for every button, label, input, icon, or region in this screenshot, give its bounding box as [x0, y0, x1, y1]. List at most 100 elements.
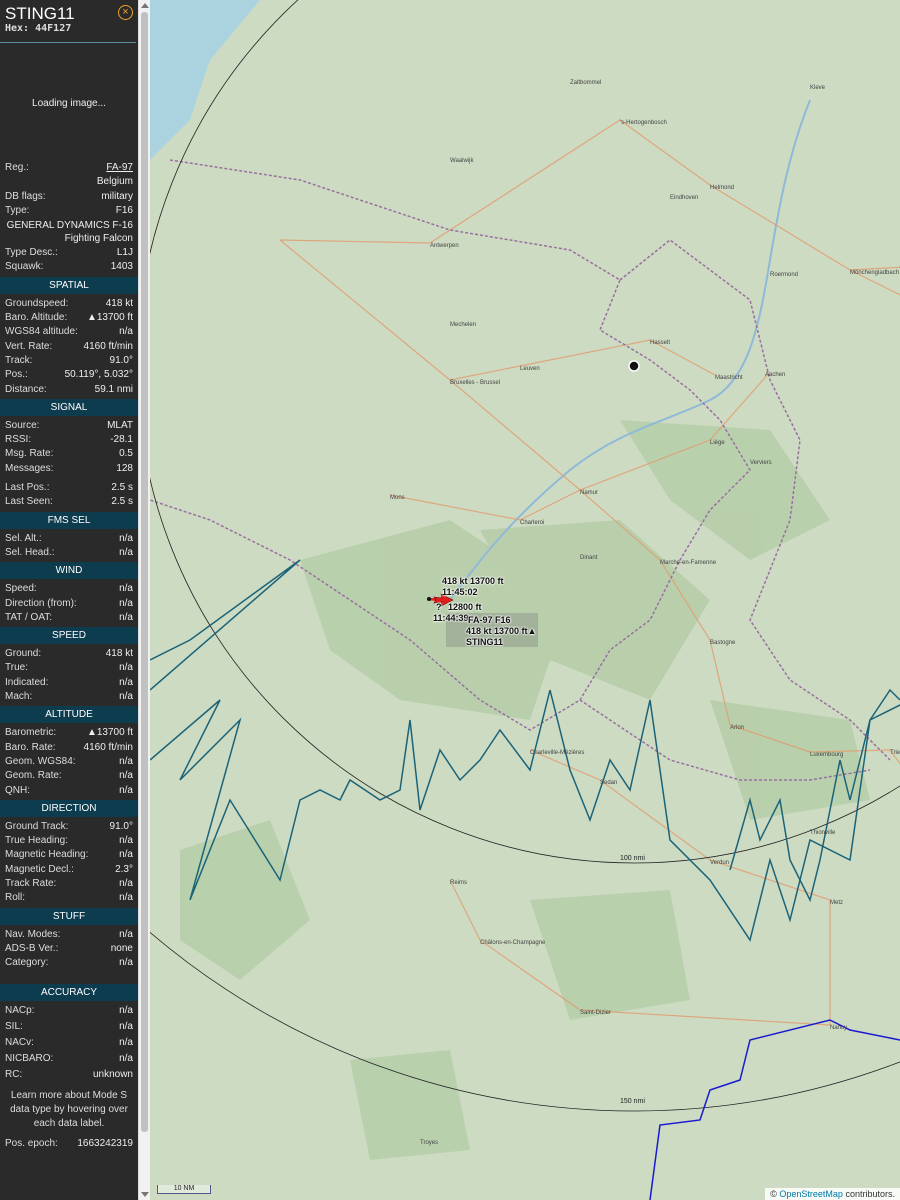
data-label[interactable]: NICBARO: — [5, 1052, 53, 1066]
data-label[interactable]: Sel. Head.: — [5, 546, 54, 560]
data-label[interactable]: Geom. WGS84: — [5, 755, 76, 769]
place-label: Sedan — [600, 780, 618, 786]
data-label[interactable]: Last Pos.: — [5, 481, 49, 495]
data-value: n/a — [119, 784, 133, 796]
place-label: Mons — [390, 495, 405, 501]
scrollbar-thumb[interactable] — [141, 12, 148, 1132]
data-row: ADS-B Ver.: none — [0, 942, 138, 956]
data-row: Groundspeed: 418 kt — [0, 297, 138, 311]
data-label[interactable]: QNH: — [5, 784, 30, 798]
place-label: Reims — [450, 880, 468, 886]
data-row: Ground: 418 kt — [0, 647, 138, 661]
data-value: n/a — [119, 691, 133, 703]
data-value: 91.0° — [109, 820, 133, 832]
data-row: Geom. Rate: n/a — [0, 769, 138, 783]
data-label[interactable]: Mach: — [5, 690, 32, 704]
data-value: unknown — [92, 1068, 133, 1080]
data-label[interactable]: Barometric: — [5, 726, 56, 740]
data-value: n/a — [119, 583, 133, 595]
data-label[interactable]: Category: — [5, 956, 48, 970]
data-label[interactable]: Speed: — [5, 582, 37, 596]
data-label[interactable]: Vert. Rate: — [5, 340, 52, 354]
data-value: n/a — [119, 755, 133, 767]
data-label[interactable]: Distance: — [5, 383, 47, 397]
place-label: Mechelen — [450, 322, 477, 328]
data-value: n/a — [119, 835, 133, 847]
data-label[interactable]: Magnetic Decl.: — [5, 863, 74, 877]
map-attribution: © OpenStreetMap contributors. — [765, 1188, 900, 1200]
place-label: Zaltbommel — [570, 80, 602, 86]
place-label: Liège — [710, 440, 725, 446]
place-label: Marche-en-Famenne — [660, 560, 717, 566]
data-label[interactable]: True Heading: — [5, 834, 68, 848]
place-label: Roermond — [770, 272, 799, 278]
data-row: Vert. Rate: 4160 ft/min — [0, 340, 138, 354]
data-label[interactable]: Indicated: — [5, 676, 48, 690]
scroll-down-arrow-icon[interactable] — [141, 1192, 149, 1197]
place-label: Aachen — [765, 372, 786, 378]
data-value: ▲13700 ft — [86, 727, 133, 739]
data-label[interactable]: Sel. Alt.: — [5, 532, 42, 546]
data-value: n/a — [119, 1021, 133, 1033]
section-header-altitude: ALTITUDE — [0, 706, 138, 724]
data-label[interactable]: Track: — [5, 354, 32, 368]
data-label[interactable]: NACv: — [5, 1036, 34, 1050]
data-label[interactable]: Roll: — [5, 891, 25, 905]
data-value: n/a — [119, 532, 133, 544]
scroll-up-arrow-icon[interactable] — [141, 3, 149, 8]
data-label[interactable]: TAT / OAT: — [5, 611, 52, 625]
data-row: Nav. Modes: n/a — [0, 928, 138, 942]
data-value: 4160 ft/min — [83, 340, 133, 352]
data-label[interactable]: Track Rate: — [5, 877, 56, 891]
map-canvas[interactable] — [150, 0, 900, 1200]
data-row: Distance: 59.1 nmi — [0, 383, 138, 397]
info-value-reg[interactable]: FA-97 — [106, 161, 133, 175]
data-label[interactable]: ADS-B Ver.: — [5, 942, 58, 956]
info-label-type: Type: — [5, 204, 30, 216]
data-label[interactable]: Magnetic Heading: — [5, 848, 88, 862]
data-label[interactable]: WGS84 altitude: — [5, 325, 78, 339]
info-row-type: Type: F16 — [0, 204, 138, 218]
info-value-typedesc: L1J — [116, 247, 133, 259]
place-label: Verdun — [710, 860, 730, 866]
data-label[interactable]: True: — [5, 661, 28, 675]
data-label[interactable]: Ground: — [5, 647, 41, 661]
data-value: n/a — [119, 957, 133, 969]
data-row: True: n/a — [0, 661, 138, 675]
sidebar-scrollbar[interactable] — [138, 0, 150, 1200]
map-view[interactable]: Waalwijk Zaltbommel 's-Hertogenbosch Helmon… — [150, 0, 900, 1200]
data-label[interactable]: SIL: — [5, 1020, 23, 1034]
data-label[interactable]: RSSI: — [5, 433, 31, 447]
data-label[interactable]: Msg. Rate: — [5, 447, 53, 461]
place-label: Eindhoven — [670, 195, 699, 201]
data-label[interactable]: Baro. Rate: — [5, 741, 56, 755]
info-row-model: GENERAL DYNAMICS F-16 Fighting Falcon — [0, 218, 138, 246]
place-label: Troyes — [420, 1140, 439, 1146]
data-value: n/a — [119, 546, 133, 558]
data-label[interactable]: Ground Track: — [5, 820, 68, 834]
openstreetmap-link[interactable]: OpenStreetMap — [779, 1189, 843, 1199]
attribution-prefix: © — [770, 1189, 777, 1199]
data-row: Direction (from): n/a — [0, 597, 138, 611]
data-value: 418 kt — [105, 648, 133, 660]
data-label[interactable]: Last Seen: — [5, 495, 53, 509]
data-label[interactable]: Source: — [5, 419, 39, 433]
close-icon[interactable]: × — [118, 5, 133, 20]
data-label[interactable]: Geom. Rate: — [5, 769, 62, 783]
data-row: Msg. Rate: 0.5 — [0, 447, 138, 461]
data-label[interactable]: RC: — [5, 1068, 22, 1082]
data-label[interactable]: Nav. Modes: — [5, 928, 60, 942]
info-row-country: Belgium — [0, 175, 138, 189]
data-label[interactable]: Pos.: — [5, 368, 28, 382]
data-label[interactable]: Groundspeed: — [5, 297, 68, 311]
aircraft-callsign-label: FA-97 F16 — [468, 615, 511, 625]
data-row: Category: n/a — [0, 956, 138, 970]
place-label: Namur — [580, 490, 599, 496]
data-label[interactable]: Baro. Altitude: — [5, 311, 67, 325]
place-label: Dinant — [580, 555, 598, 561]
receiver-location-icon[interactable] — [628, 360, 640, 372]
data-label[interactable]: Direction (from): — [5, 597, 77, 611]
info-label-reg: Reg.: — [5, 162, 29, 173]
data-label[interactable]: Messages: — [5, 462, 53, 476]
data-label[interactable]: NACp: — [5, 1004, 34, 1018]
